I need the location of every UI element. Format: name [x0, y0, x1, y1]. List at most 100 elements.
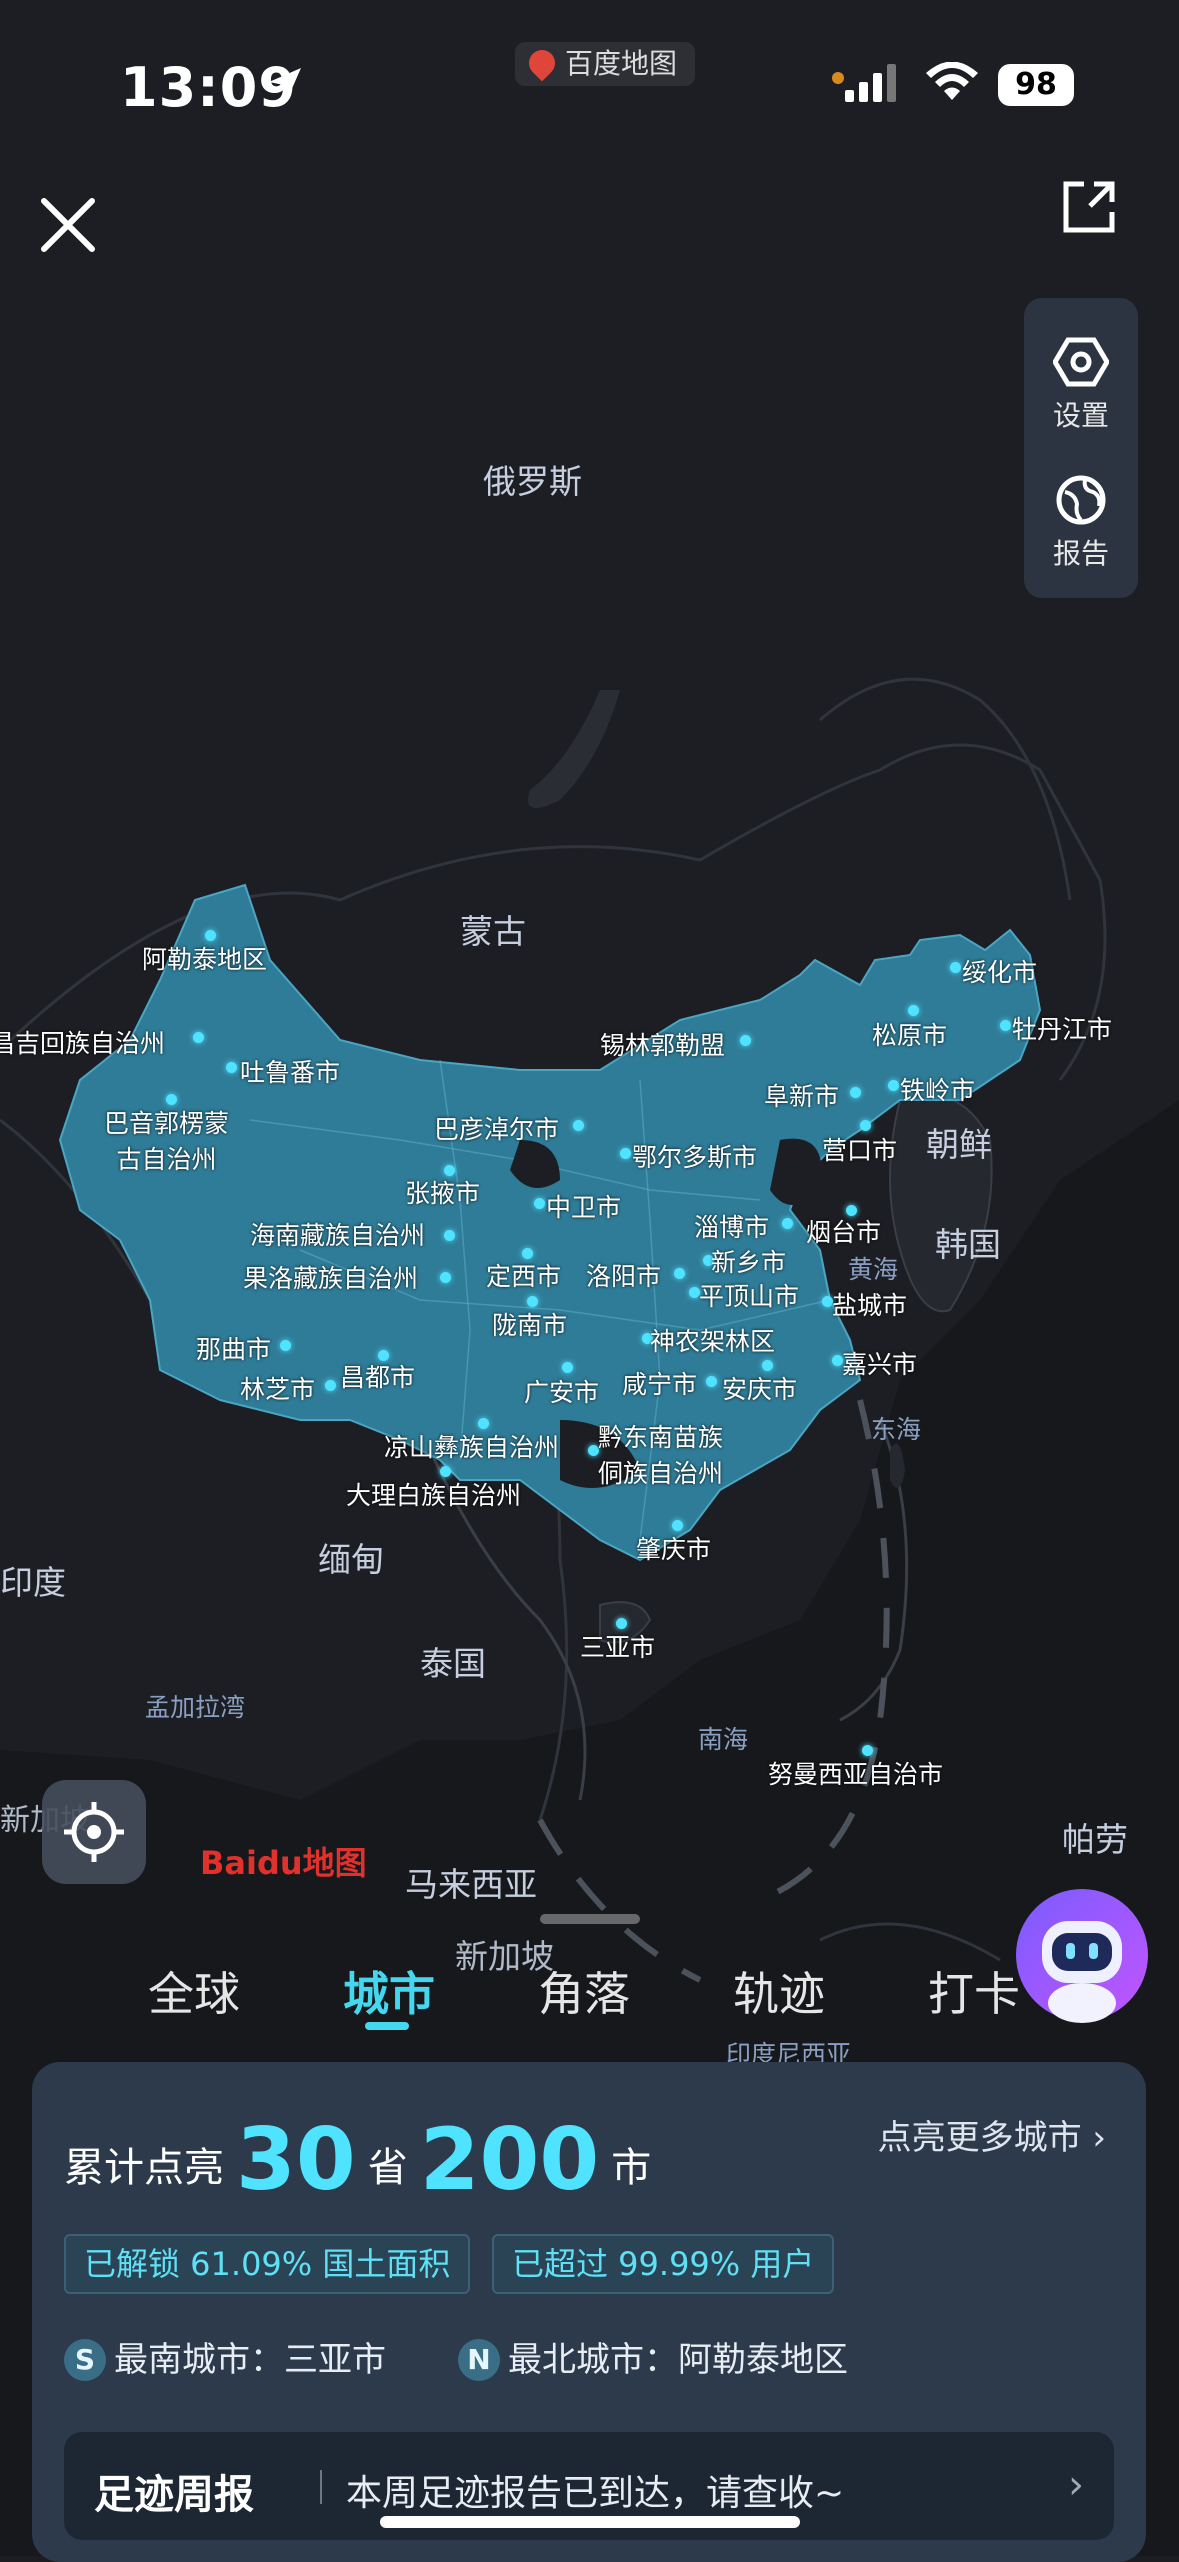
- country-label-russia: 俄罗斯: [483, 462, 582, 501]
- city-label-changdu[interactable]: 昌都市: [340, 1358, 415, 1394]
- baidu-map-pin-icon: [523, 44, 561, 82]
- city-label-zibo[interactable]: 淄博市: [694, 1208, 769, 1244]
- city-dot: [226, 1062, 237, 1073]
- tab-track[interactable]: 轨迹: [733, 1958, 825, 2024]
- city-dot: [860, 1120, 871, 1131]
- city-label-jiaxing[interactable]: 嘉兴市: [842, 1345, 917, 1381]
- city-label-changji[interactable]: 昌吉回族自治州: [0, 1024, 165, 1060]
- sea-label-bay-of-bengal: 孟加拉湾: [145, 1693, 246, 1722]
- city-label-sanya[interactable]: 三亚市: [580, 1628, 655, 1664]
- tab-global[interactable]: 全球: [148, 1958, 240, 2024]
- country-label-thailand: 泰国: [420, 1644, 486, 1683]
- north-label: 最北城市：: [508, 2340, 678, 2380]
- province-unit: 省: [367, 2145, 408, 2191]
- country-label-palau: 帕劳: [1062, 1820, 1128, 1859]
- south-label: 最南城市：: [114, 2340, 284, 2380]
- tab-city[interactable]: 城市: [343, 1958, 435, 2024]
- report-label: 报告: [1052, 537, 1109, 570]
- baidu-map-logo: Baidu地图: [200, 1844, 367, 1882]
- city-label-hainan-zz[interactable]: 海南藏族自治州: [250, 1216, 425, 1252]
- city-label-dali[interactable]: 大理白族自治州: [346, 1476, 521, 1512]
- city-label-qiandongnan[interactable]: 黔东南苗族 侗族自治州: [598, 1418, 723, 1490]
- home-indicator[interactable]: [380, 2516, 800, 2528]
- city-label-guoluo[interactable]: 果洛藏族自治州: [243, 1259, 418, 1295]
- stats-prefix: 累计点亮: [64, 2145, 224, 2191]
- city-label-anqing[interactable]: 安庆市: [722, 1370, 797, 1406]
- city-dot: [440, 1272, 451, 1283]
- city-dot: [444, 1230, 455, 1241]
- city-label-liangshan[interactable]: 凉山彝族自治州: [384, 1428, 559, 1464]
- close-button[interactable]: [38, 195, 98, 255]
- city-dot: [534, 1198, 545, 1209]
- city-label-nusanhara[interactable]: 努曼西亚自治市: [768, 1755, 943, 1791]
- summary-card: 累计点亮 30 省 200 市 点亮更多城市 › 已解锁 61.09% 国土面积 已超过…: [32, 2062, 1146, 2562]
- city-label-xianning[interactable]: 咸宁市: [622, 1365, 697, 1401]
- city-label-pingdingshan[interactable]: 平顶山市: [699, 1277, 799, 1313]
- city-label-aletai[interactable]: 阿勒泰地区: [142, 940, 267, 976]
- country-label-india: 印度: [0, 1563, 66, 1602]
- wifi-icon: [925, 61, 979, 106]
- city-label-zhaoqing[interactable]: 肇庆市: [636, 1530, 711, 1566]
- tab-corner[interactable]: 角落: [538, 1958, 630, 2024]
- city-label-songyuan[interactable]: 松原市: [872, 1016, 947, 1052]
- weekly-report-text: 本周足迹报告已到达，请查收~: [346, 2473, 845, 2514]
- area-unlocked-chip: 已解锁 61.09% 国土面积: [64, 2234, 471, 2294]
- share-button[interactable]: [1060, 178, 1118, 236]
- location-arrow-icon: [265, 64, 305, 108]
- city-dot: [888, 1080, 899, 1091]
- city-dot: [782, 1218, 793, 1229]
- city-dot: [706, 1376, 717, 1387]
- city-label-eerduosi[interactable]: 鄂尔多斯市: [632, 1138, 757, 1174]
- city-label-luoyang[interactable]: 洛阳市: [586, 1257, 661, 1293]
- report-button[interactable]: 报告: [1024, 474, 1138, 572]
- city-label-tulufan[interactable]: 吐鲁番市: [240, 1053, 340, 1089]
- side-panel: 设置 报告: [1024, 298, 1138, 598]
- city-label-longnan[interactable]: 陇南市: [492, 1306, 567, 1342]
- lit-stats: 累计点亮 30 省 200 市: [64, 2110, 651, 2210]
- weekly-report-title: 足迹周报: [94, 2472, 254, 2518]
- city-label-mudanjiang[interactable]: 牡丹江市: [1012, 1010, 1112, 1046]
- city-count: 200: [419, 2110, 600, 2210]
- city-dot: [674, 1268, 685, 1279]
- city-label-bayinguoleng[interactable]: 巴音郭楞蒙 古自治州: [104, 1104, 229, 1176]
- app-indicator[interactable]: 百度地图: [515, 42, 696, 86]
- chevron-right-icon: ›: [1081, 2118, 1106, 2158]
- divider: [320, 2470, 322, 2504]
- crosshair-icon: [64, 1802, 124, 1862]
- city-dot: [280, 1340, 291, 1351]
- city-dot: [325, 1380, 336, 1391]
- city-label-yantai[interactable]: 烟台市: [806, 1213, 881, 1249]
- city-label-guangan[interactable]: 广安市: [524, 1373, 599, 1409]
- city-label-suihua[interactable]: 绥化市: [962, 953, 1037, 989]
- city-label-xinxiang[interactable]: 新乡市: [711, 1243, 786, 1279]
- tab-checkin[interactable]: 打卡: [928, 1958, 1020, 2024]
- city-label-zhongwei[interactable]: 中卫市: [546, 1188, 621, 1224]
- sea-label-east-sea: 东海: [871, 1415, 922, 1444]
- country-label-mongolia: 蒙古: [460, 912, 526, 951]
- city-label-yingkou[interactable]: 营口市: [822, 1131, 897, 1167]
- city-dot: [850, 1087, 861, 1098]
- city-label-naqu[interactable]: 那曲市: [196, 1330, 271, 1366]
- city-label-shennongjia[interactable]: 神农架林区: [650, 1322, 775, 1358]
- country-label-malaysia: 马来西亚: [405, 1865, 537, 1904]
- city-label-yancheng[interactable]: 盐城市: [832, 1286, 907, 1322]
- battery-indicator: 98: [998, 64, 1074, 106]
- locate-button[interactable]: [42, 1780, 146, 1884]
- city-label-linzhi[interactable]: 林芝市: [240, 1370, 315, 1406]
- sea-label-south-sea: 南海: [698, 1725, 749, 1754]
- settings-button[interactable]: 设置: [1024, 336, 1138, 434]
- city-label-bayannaoer[interactable]: 巴彦淖尔市: [434, 1110, 559, 1146]
- country-label-myanmar: 缅甸: [318, 1540, 384, 1579]
- city-label-tieling[interactable]: 铁岭市: [900, 1071, 975, 1107]
- city-label-dingxi[interactable]: 定西市: [486, 1257, 561, 1293]
- city-label-zhangye[interactable]: 张掖市: [405, 1174, 480, 1210]
- city-label-xilinguole[interactable]: 锡林郭勒盟: [600, 1026, 725, 1062]
- ai-assistant-button[interactable]: [1012, 1885, 1152, 2025]
- city-label-fuxin[interactable]: 阜新市: [764, 1077, 839, 1113]
- status-bar: 13:09 百度地图 98: [0, 42, 1179, 120]
- sheet-grab-handle[interactable]: [540, 1914, 640, 1924]
- close-icon: [41, 198, 95, 252]
- light-more-cities-link[interactable]: 点亮更多城市 ›: [878, 2110, 1106, 2159]
- south-badge-icon: S: [64, 2339, 106, 2381]
- city-dot: [950, 962, 961, 973]
